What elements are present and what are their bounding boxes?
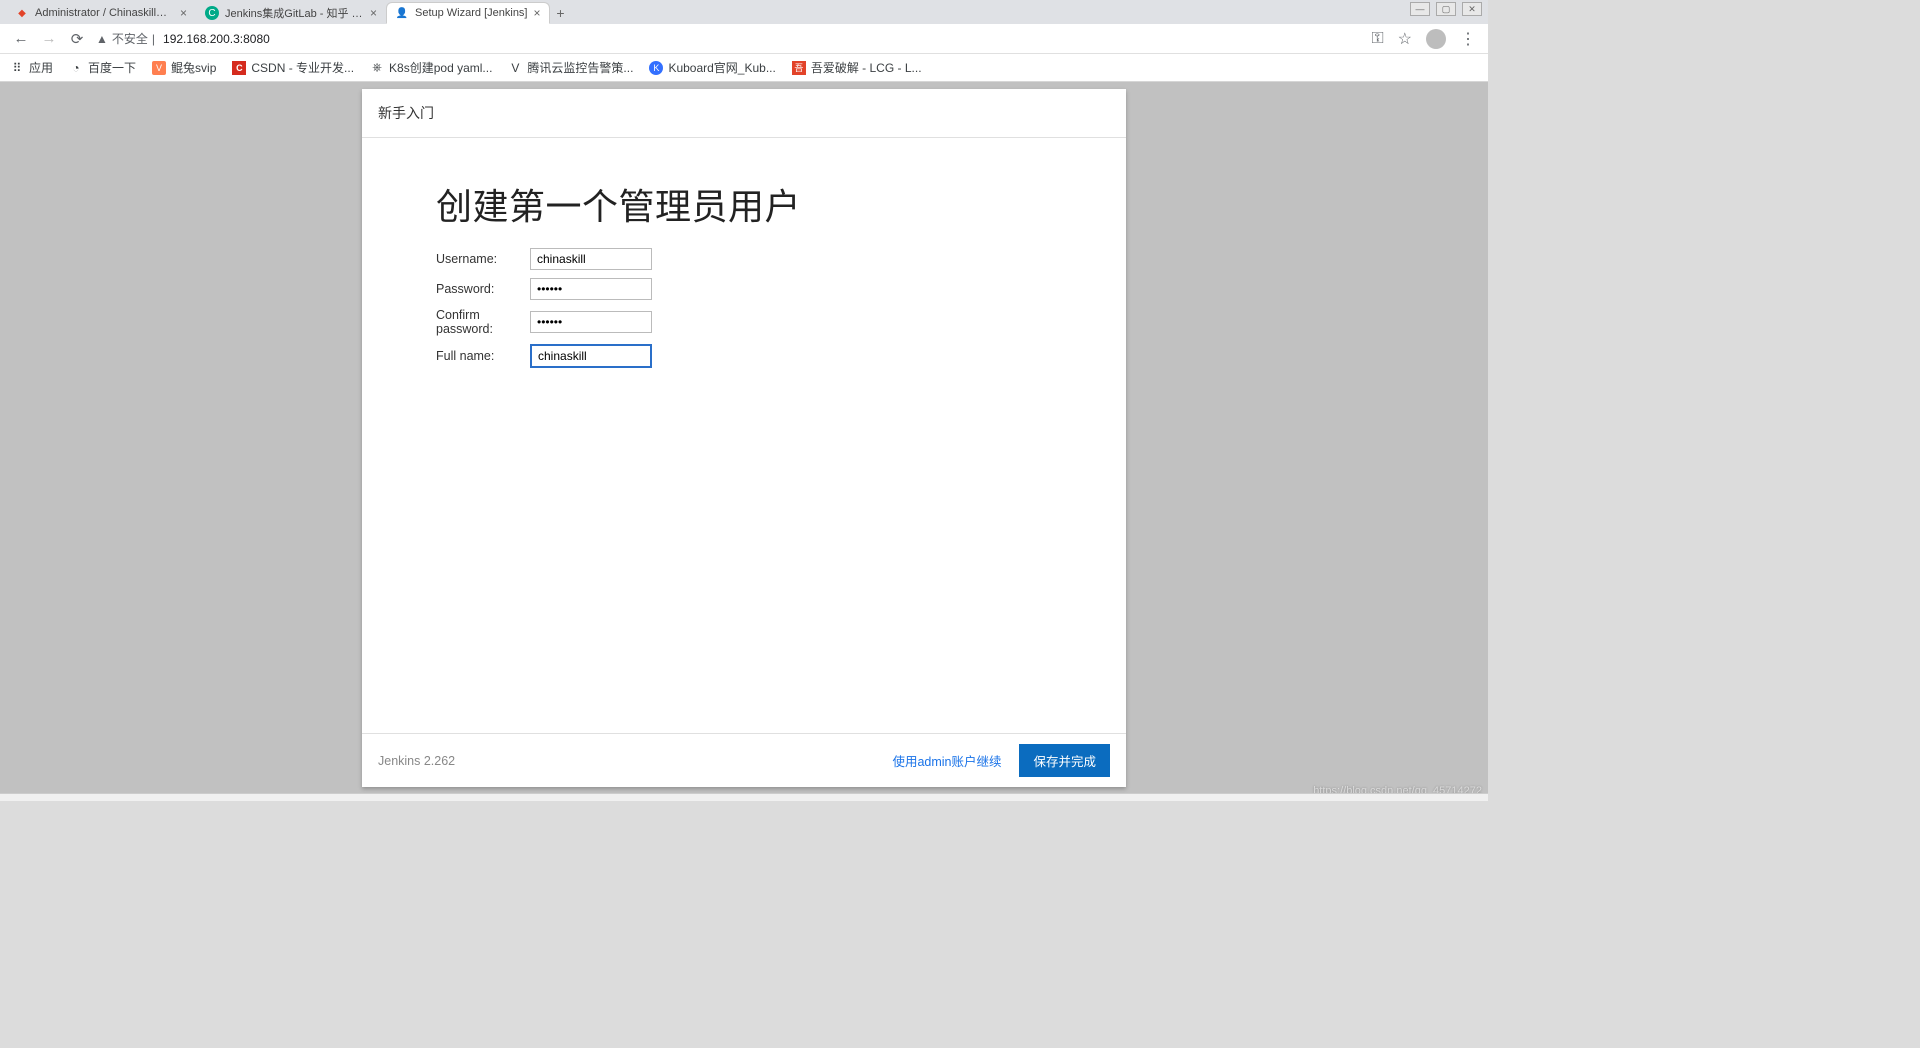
bookmark-apps[interactable]: ⠿应用 xyxy=(10,59,53,76)
address-bar: ← → ⟳ ▲ 不安全 | 192.168.200.3:8080 ⚿ ☆ ⋮ xyxy=(0,24,1488,54)
close-icon[interactable]: × xyxy=(370,6,377,20)
k8s-icon: ⎈ xyxy=(370,61,384,75)
username-input[interactable] xyxy=(530,248,652,270)
password-label: Password: xyxy=(436,282,530,296)
close-icon[interactable]: × xyxy=(534,6,541,20)
new-tab-button[interactable]: + xyxy=(550,2,572,24)
continue-as-admin-link[interactable]: 使用admin账户继续 xyxy=(892,751,1001,770)
key-icon[interactable]: ⚿ xyxy=(1371,30,1383,48)
fullname-input[interactable] xyxy=(530,344,652,368)
os-close-button[interactable]: ✕ xyxy=(1462,2,1482,16)
url-text: 192.168.200.3:8080 xyxy=(163,32,270,46)
baidu-icon: ◔ xyxy=(69,61,83,75)
apps-icon: ⠿ xyxy=(10,61,24,75)
card-header: 新手入门 xyxy=(362,89,1126,138)
username-row: Username: xyxy=(436,248,1052,270)
os-taskbar xyxy=(0,793,1488,801)
bookmarks-bar: ⠿应用 ◔百度一下 V鲲兔svip CCSDN - 专业开发... ⎈K8s创建… xyxy=(0,54,1488,82)
tab-title: Setup Wizard [Jenkins] xyxy=(415,7,528,19)
password-row: Password: xyxy=(436,278,1052,300)
tab-title: Administrator / ChinaskillProje... xyxy=(35,7,174,19)
page-viewport: 新手入门 创建第一个管理员用户 Username: Password: Conf… xyxy=(0,82,1488,801)
pojie-icon: 吾 xyxy=(792,61,806,75)
password-input[interactable] xyxy=(530,278,652,300)
bookmark-k8s[interactable]: ⎈K8s创建pod yaml... xyxy=(370,59,492,76)
os-window-controls: — ▢ ✕ xyxy=(1404,0,1488,18)
kuboard-icon: K xyxy=(649,61,663,75)
svip-icon: V xyxy=(152,61,166,75)
forward-button[interactable]: → xyxy=(40,30,58,48)
username-label: Username: xyxy=(436,252,530,266)
os-maximize-button[interactable]: ▢ xyxy=(1436,2,1456,16)
browser-tab-gitlab[interactable]: ◆ Administrator / ChinaskillProje... × xyxy=(6,2,196,24)
omnibox[interactable]: ▲ 不安全 | 192.168.200.3:8080 xyxy=(96,30,1361,47)
warning-icon: ▲ xyxy=(96,32,108,46)
back-button[interactable]: ← xyxy=(12,30,30,48)
browser-tab-jenkins[interactable]: 👤 Setup Wizard [Jenkins] × xyxy=(386,2,550,24)
zhihu-icon: C xyxy=(205,6,219,20)
card-footer: Jenkins 2.262 使用admin账户继续 保存并完成 xyxy=(362,733,1126,787)
card-body: 创建第一个管理员用户 Username: Password: Confirm p… xyxy=(362,138,1126,733)
fullname-row: Full name: xyxy=(436,344,1052,368)
avatar-icon[interactable] xyxy=(1426,29,1446,49)
tab-bar: ◆ Administrator / ChinaskillProje... × C… xyxy=(0,0,1488,24)
page-title: 创建第一个管理员用户 xyxy=(436,178,1052,230)
security-indicator[interactable]: ▲ 不安全 | xyxy=(96,30,155,47)
gitlab-icon: ◆ xyxy=(15,6,29,20)
confirm-password-input[interactable] xyxy=(530,311,652,333)
browser-tab-zhihu[interactable]: C Jenkins集成GitLab - 知乎 - osc... × xyxy=(196,2,386,24)
jenkins-version: Jenkins 2.262 xyxy=(378,754,455,768)
menu-icon[interactable]: ⋮ xyxy=(1460,29,1476,49)
footer-actions: 使用admin账户继续 保存并完成 xyxy=(892,744,1110,777)
bookmark-csdn[interactable]: CCSDN - 专业开发... xyxy=(232,59,354,76)
close-icon[interactable]: × xyxy=(180,6,187,20)
reload-button[interactable]: ⟳ xyxy=(68,30,86,48)
jenkins-icon: 👤 xyxy=(395,6,409,20)
bookmark-kuboard[interactable]: KKuboard官网_Kub... xyxy=(649,59,775,76)
csdn-icon: C xyxy=(232,61,246,75)
bookmark-svip[interactable]: V鲲兔svip xyxy=(152,59,216,76)
bookmark-52pojie[interactable]: 吾吾爱破解 - LCG - L... xyxy=(792,59,922,76)
star-icon[interactable]: ☆ xyxy=(1398,29,1412,49)
browser-chrome: ◆ Administrator / ChinaskillProje... × C… xyxy=(0,0,1488,83)
tencent-icon: V xyxy=(508,61,522,75)
setup-wizard-card: 新手入门 创建第一个管理员用户 Username: Password: Conf… xyxy=(362,89,1126,787)
bookmark-baidu[interactable]: ◔百度一下 xyxy=(69,59,136,76)
os-minimize-button[interactable]: — xyxy=(1410,2,1430,16)
fullname-label: Full name: xyxy=(436,349,530,363)
save-and-finish-button[interactable]: 保存并完成 xyxy=(1019,744,1110,777)
bookmark-tencent[interactable]: V腾讯云监控告警策... xyxy=(508,59,633,76)
confirm-password-row: Confirm password: xyxy=(436,308,1052,336)
tab-title: Jenkins集成GitLab - 知乎 - osc... xyxy=(225,5,364,21)
security-text: 不安全 xyxy=(112,30,148,47)
confirm-password-label: Confirm password: xyxy=(436,308,530,336)
